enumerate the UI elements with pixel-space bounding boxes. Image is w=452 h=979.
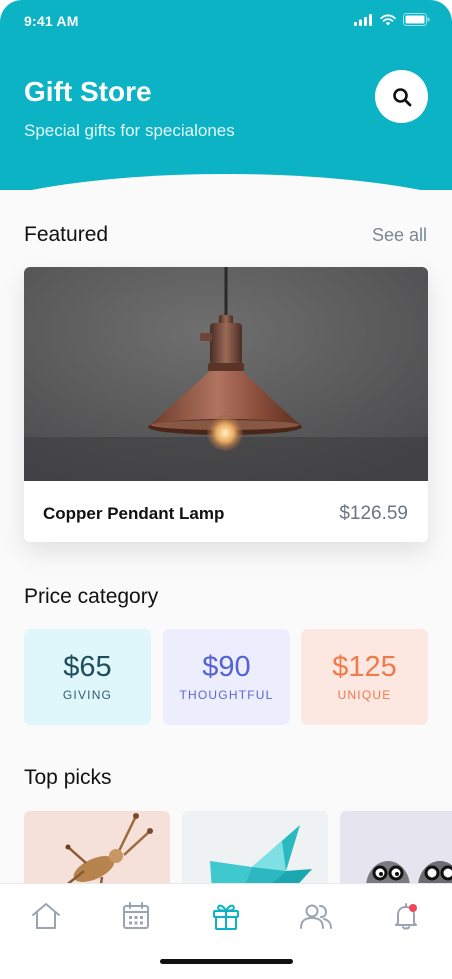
stone-figures-image <box>366 861 452 891</box>
price-tile-thoughtful[interactable]: $90 THOUGHTFUL <box>163 629 290 725</box>
price-tile-amount: $65 <box>63 651 112 683</box>
search-button[interactable] <box>375 70 428 123</box>
price-tile-unique[interactable]: $125 UNIQUE <box>301 629 428 725</box>
tab-calendar[interactable] <box>114 898 158 934</box>
header-curve <box>0 174 452 190</box>
featured-product-card[interactable]: Copper Pendant Lamp $126.59 <box>24 267 428 542</box>
price-tile-giving[interactable]: $65 GIVING <box>24 629 151 725</box>
top-picks-heading: Top picks <box>24 766 112 789</box>
top-pick-card-insect[interactable] <box>24 811 170 891</box>
price-tile-label: GIVING <box>62 688 113 702</box>
header: 9:41 AM Gift Store Special gifts for spe… <box>0 0 452 190</box>
wifi-icon <box>380 14 396 25</box>
friends-icon <box>300 904 332 929</box>
price-tile-label: THOUGHTFUL <box>179 688 274 702</box>
signal-icon <box>354 13 372 26</box>
featured-heading: Featured <box>24 223 109 246</box>
home-icon <box>32 903 60 929</box>
page-title: Gift Store <box>24 76 152 107</box>
gift-icon <box>213 904 239 930</box>
battery-icon <box>403 13 430 26</box>
origami-crane-image <box>210 825 312 891</box>
price-category-heading: Price category <box>24 585 159 608</box>
page-subtitle: Special gifts for specialones <box>24 121 235 140</box>
main-content: Featured See all Copper Pendant Lamp $12… <box>0 190 452 891</box>
home-indicator <box>160 959 293 964</box>
status-time: 9:41 AM <box>24 13 79 29</box>
tab-notifications[interactable] <box>384 898 428 934</box>
see-all-link[interactable]: See all <box>372 225 427 246</box>
search-icon <box>392 87 411 106</box>
calendar-icon <box>123 902 149 929</box>
price-tile-amount: $90 <box>202 651 251 683</box>
price-tile-label: UNIQUE <box>337 688 392 702</box>
top-pick-card-stones[interactable] <box>340 811 452 891</box>
price-tile-amount: $125 <box>332 651 397 683</box>
top-pick-card-origami[interactable] <box>182 811 328 891</box>
metal-insect-image <box>63 813 153 891</box>
tab-bar <box>0 883 452 979</box>
featured-product-name: Copper Pendant Lamp <box>43 504 225 523</box>
notification-badge <box>409 904 417 912</box>
status-bar: 9:41 AM <box>0 0 452 44</box>
tab-friends[interactable] <box>294 898 338 934</box>
tab-home[interactable] <box>24 898 68 934</box>
status-icons <box>354 13 430 26</box>
featured-product-price: $126.59 <box>339 503 408 524</box>
copper-lamp-image <box>24 267 428 481</box>
tab-gifts[interactable] <box>204 898 248 934</box>
bell-icon <box>395 903 417 930</box>
